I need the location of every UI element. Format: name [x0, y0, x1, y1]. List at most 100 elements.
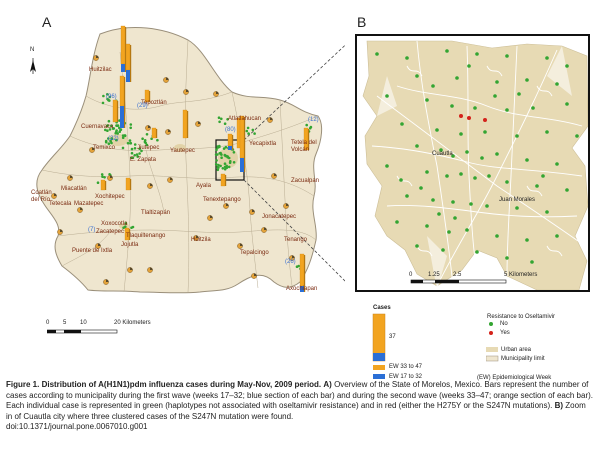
case-dot [385, 94, 389, 98]
case-dot [217, 166, 220, 169]
label-miacatlan: Miacatlán [61, 186, 87, 192]
municipality-marker-icon [145, 125, 151, 131]
municipality-marker-icon [251, 273, 257, 279]
label-puente-de-ixtla: Puente de Ixtla [72, 248, 113, 254]
label-tetecala: Tetecala [49, 201, 72, 207]
case-dot [515, 206, 519, 210]
case-dot [435, 128, 439, 132]
label-huitzila: Huitzila [191, 237, 211, 243]
count-cuernavaca: (96) [106, 94, 117, 100]
legend-urban: Urban area [501, 347, 532, 353]
case-dot [227, 156, 231, 160]
case-dot [222, 147, 226, 150]
panel-b-frame: Cuautla Juan Morales 0 1.25 2.5 5 Kilome… [355, 34, 590, 292]
municipality-marker-icon [271, 173, 277, 179]
label-ayala: Ayala [196, 183, 211, 189]
case-dot [400, 122, 404, 126]
north-arrow-icon [30, 58, 36, 74]
legend-municipality: Municipality limit [501, 356, 545, 362]
case-dot [487, 174, 491, 178]
label-e-zapata: E. Zapata [130, 157, 157, 163]
case-dot [96, 181, 100, 184]
case-dot [115, 129, 118, 132]
case-dot [405, 56, 409, 60]
case-dot [465, 228, 469, 232]
case-dot [419, 186, 423, 190]
case-dot [129, 141, 133, 145]
label-yecapixtla: Yecapixtla [249, 141, 277, 147]
case-dot [525, 158, 529, 162]
case-dot [115, 124, 119, 127]
legend-resistance-title: Resistance to Oseltamivir [487, 314, 556, 320]
case-dot [220, 117, 223, 121]
case-dot [229, 160, 232, 163]
label-yautepec: Yautepec [170, 148, 195, 154]
legend-area-swatches [486, 347, 499, 362]
case-dot [138, 152, 141, 155]
case-dot [415, 144, 419, 148]
case-bar [125, 43, 132, 82]
case-dot [473, 176, 477, 180]
case-dot [451, 200, 455, 204]
legend-swatches [373, 365, 385, 379]
case-dot [575, 134, 579, 138]
count-cuautla: (80) [225, 127, 236, 133]
scale-a-20: 20 Kilometers [114, 320, 151, 326]
municipality-marker-icon [67, 175, 73, 181]
case-bar [119, 75, 126, 128]
case-dot [515, 134, 519, 138]
case-dot [119, 128, 123, 131]
case-dot [531, 106, 535, 110]
case-dot [565, 64, 569, 68]
label-axochiapan: Axochiapan [286, 286, 318, 292]
case-dot [121, 146, 125, 150]
case-dot [225, 154, 228, 158]
label-zacualpan: Zacualpan [291, 178, 320, 184]
panel-a-map: A N Huitzilac Tepoztlán Cuernavaca Temix… [0, 0, 357, 334]
municipality-marker-icon [195, 121, 201, 127]
legend-no: No [500, 321, 508, 327]
case-dot [223, 122, 227, 125]
case-dot [133, 147, 137, 150]
case-dot [480, 156, 484, 160]
caption-doi: doi:10.1371/journal.pone.0067010.g001 [6, 422, 148, 431]
case-dot [475, 250, 479, 254]
municipality-marker-icon [147, 267, 153, 273]
case-dot [459, 132, 463, 136]
case-bar [227, 133, 234, 150]
count-tepoztlan: (29) [137, 103, 148, 109]
label-juan-morales: Juan Morales [499, 197, 536, 203]
label-temixco: Temixco [93, 145, 116, 151]
label-tenango: Tenango [284, 237, 308, 243]
case-dot [221, 167, 225, 170]
case-dot [431, 198, 435, 202]
label-tlaltizapan: Tlaltizapán [141, 210, 171, 216]
case-bar [220, 173, 227, 187]
municipality-marker-icon [163, 77, 169, 83]
case-dot [375, 52, 379, 56]
case-dot [467, 64, 471, 68]
case-dot [220, 156, 223, 159]
caption-title: Figure 1. Distribution of A(H1N1)pdm inf… [6, 380, 322, 389]
case-dot [232, 161, 236, 164]
legend-dots [489, 322, 493, 335]
case-dot [425, 98, 429, 102]
municipality-marker-icon [147, 183, 153, 189]
case-dot [385, 164, 389, 168]
municipality-marker-icon [57, 229, 63, 235]
scale-a-10: 10 [80, 320, 87, 326]
municipality-marker-icon [261, 227, 267, 233]
legend-cases-max: 37 [389, 334, 396, 340]
morelos-map-svg [30, 25, 357, 294]
case-dot [395, 220, 399, 224]
case-dot [102, 94, 105, 98]
label-jiutepec: Jiutepec [137, 145, 160, 151]
case-dot [555, 162, 559, 166]
case-dot [555, 234, 559, 238]
label-atlatlahucan: Atlatlahucan [228, 116, 262, 122]
case-dot [493, 94, 497, 98]
case-dot [121, 136, 125, 139]
scale-b-25: 2.5 [453, 272, 462, 278]
case-dot [485, 204, 489, 208]
case-dot [495, 80, 499, 84]
